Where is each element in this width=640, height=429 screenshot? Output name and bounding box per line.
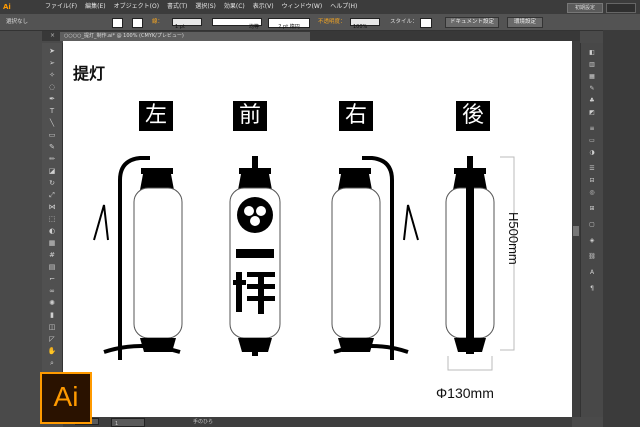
lantern-left bbox=[93, 156, 183, 360]
lantern-back bbox=[445, 156, 495, 354]
width-dimension-line bbox=[447, 356, 493, 371]
illustrator-badge-logo: Ai bbox=[40, 372, 92, 424]
width-dimension-label: Φ130mm bbox=[436, 385, 494, 401]
lantern-front bbox=[229, 156, 281, 356]
height-dimension-label: H500mm bbox=[506, 212, 521, 265]
lantern-right bbox=[331, 156, 419, 360]
lantern-drawings bbox=[93, 156, 515, 371]
